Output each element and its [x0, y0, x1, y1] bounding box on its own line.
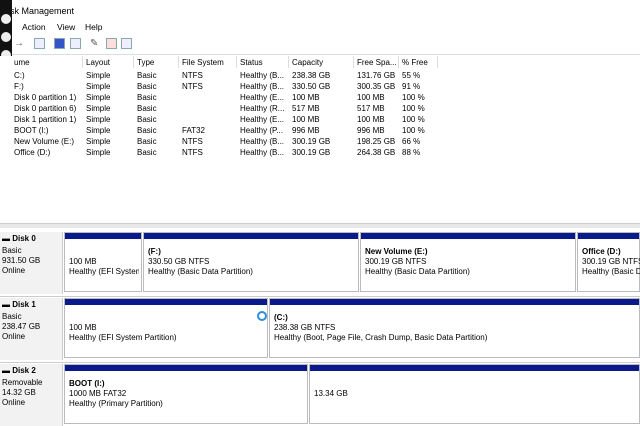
table-row[interactable]: BOOT (I:) Simple Basic FAT32 Healthy (P.… [0, 125, 640, 136]
disk-label-0[interactable]: ▬ Disk 0 Basic 931.50 GB Online [0, 232, 63, 294]
disk-name: ▬ Disk 1 [2, 300, 36, 309]
forward-icon[interactable]: → [14, 38, 25, 49]
title-bar: isk Management [0, 0, 640, 20]
partition-efi[interactable]: 100 MB Healthy (EFI System [64, 232, 142, 292]
partition-boot[interactable]: BOOT (I:) 1000 MB FAT32 Healthy (Primary… [64, 364, 308, 424]
disk-state: Online [2, 398, 26, 407]
console-tree-icon[interactable] [34, 38, 45, 49]
partition-d[interactable]: Office (D:) 300.19 GB NTFS Healthy (Basi… [577, 232, 640, 292]
table-row[interactable]: F:) Simple Basic NTFS Healthy (B... 330.… [0, 81, 640, 92]
disk-type: Basic [2, 246, 22, 255]
volume-list: C:) Simple Basic NTFS Healthy (B... 238.… [0, 68, 640, 223]
col-percent-free[interactable]: % Free [402, 58, 428, 67]
table-row[interactable]: Disk 0 partition 6) Simple Basic Healthy… [0, 103, 640, 114]
table-row[interactable]: Disk 0 partition 1) Simple Basic Healthy… [0, 92, 640, 103]
disk-size: 238.47 GB [2, 322, 41, 331]
disk-size: 931.50 GB [2, 256, 41, 265]
disk-name: ▬ Disk 2 [2, 366, 36, 375]
toolbar: → ✎ [0, 34, 640, 55]
list-view-icon[interactable] [70, 38, 81, 49]
window-title: isk Management [8, 6, 75, 16]
col-status[interactable]: Status [240, 58, 263, 67]
disk-size: 14.32 GB [2, 388, 36, 397]
col-volume[interactable]: ume [14, 58, 30, 67]
partition-f[interactable]: (F:) 330.50 GB NTFS Healthy (Basic Data … [143, 232, 359, 292]
camera-icon[interactable] [1, 14, 11, 24]
record-icon[interactable] [1, 32, 11, 42]
disk-label-2[interactable]: ▬ Disk 2 Removable 14.32 GB Online [0, 364, 63, 426]
disk-state: Online [2, 266, 26, 275]
table-row[interactable]: C:) Simple Basic NTFS Healthy (B... 238.… [0, 70, 640, 81]
disk-name: ▬ Disk 0 [2, 234, 36, 243]
check-icon[interactable] [106, 38, 117, 49]
disk-type: Basic [2, 312, 22, 321]
partition-c[interactable]: (C:) 238.38 GB NTFS Healthy (Boot, Page … [269, 298, 640, 358]
help-icon[interactable] [54, 38, 65, 49]
menu-bar: Action View Help [0, 20, 640, 34]
disk-label-1[interactable]: ▬ Disk 1 Basic 238.47 GB Online [0, 298, 63, 360]
col-capacity[interactable]: Capacity [292, 58, 323, 67]
partition-unallocated[interactable]: 13.34 GB [309, 364, 640, 424]
menu-view[interactable]: View [57, 22, 75, 32]
table-row[interactable]: Disk 1 partition 1) Simple Basic Healthy… [0, 114, 640, 125]
col-free-space[interactable]: Free Spa... [357, 58, 397, 67]
col-file-system[interactable]: File System [182, 58, 224, 67]
col-type[interactable]: Type [137, 58, 154, 67]
disk-state: Online [2, 332, 26, 341]
table-row[interactable]: Office (D:) Simple Basic NTFS Healthy (B… [0, 147, 640, 158]
col-layout[interactable]: Layout [86, 58, 110, 67]
disk-map: ▬ Disk 0 Basic 931.50 GB Online 100 MB H… [0, 228, 640, 426]
table-row[interactable]: New Volume (E:) Simple Basic NTFS Health… [0, 136, 640, 147]
connect-icon[interactable]: ✎ [90, 38, 101, 49]
properties-icon[interactable] [121, 38, 132, 49]
partition-e[interactable]: New Volume (E:) 300.19 GB NTFS Healthy (… [360, 232, 576, 292]
disk-type: Removable [2, 378, 43, 387]
mouse-cursor-indicator [257, 311, 267, 321]
menu-action[interactable]: Action [22, 22, 46, 32]
partition-efi-disk1[interactable]: 100 MB Healthy (EFI System Partition) [64, 298, 268, 358]
menu-help[interactable]: Help [85, 22, 102, 32]
